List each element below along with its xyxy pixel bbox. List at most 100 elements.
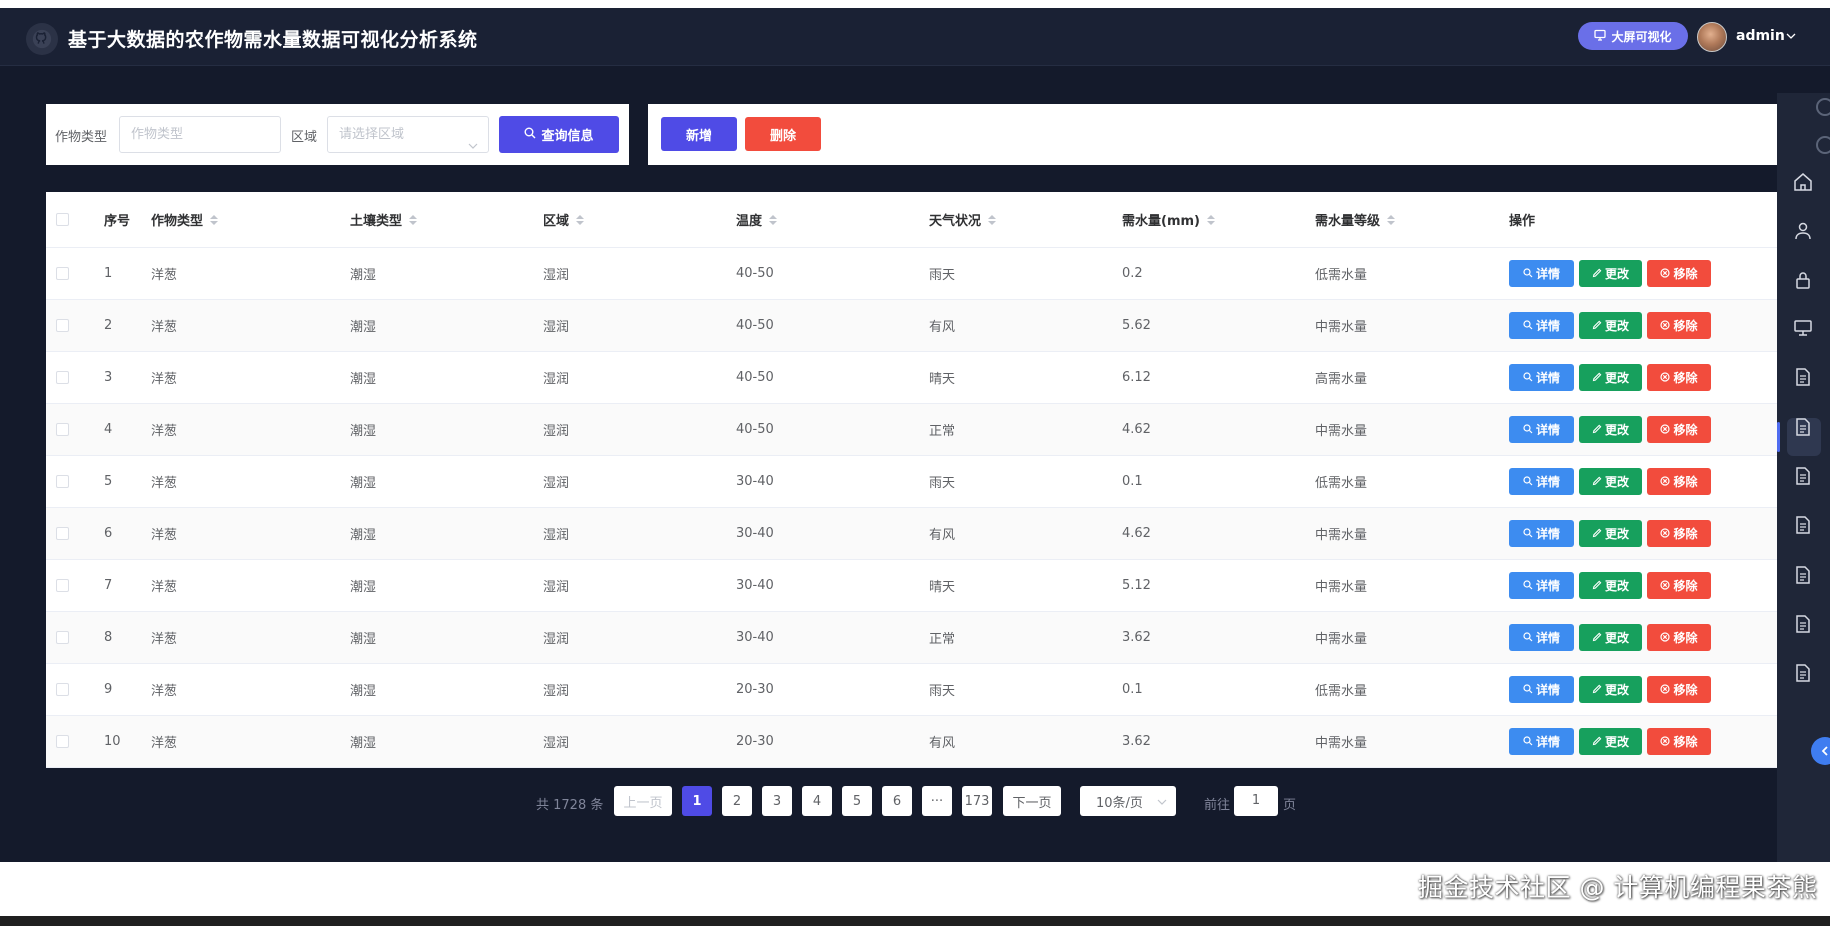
row-checkbox[interactable] [56, 404, 69, 455]
cell-soil-type: 潮湿 [350, 268, 377, 283]
edit-button[interactable]: 更改 [1579, 260, 1642, 287]
cell-index: 10 [104, 734, 121, 749]
detail-button[interactable]: 详情 [1509, 520, 1574, 547]
settings-icon[interactable] [1816, 136, 1830, 154]
col-soil-type[interactable]: 土壤类型 [350, 192, 418, 247]
row-checkbox[interactable] [56, 664, 69, 715]
prev-page-button[interactable]: 上一页 [614, 786, 672, 816]
user-icon[interactable] [1792, 220, 1814, 242]
document-icon[interactable] [1792, 613, 1814, 635]
region-select-placeholder: 请选择区域 [339, 127, 405, 142]
detail-button[interactable]: 详情 [1509, 364, 1574, 391]
remove-button[interactable]: 移除 [1647, 468, 1711, 495]
detail-button[interactable]: 详情 [1509, 312, 1574, 339]
page-3-button[interactable]: 3 [762, 786, 792, 816]
delete-button[interactable]: 删除 [745, 117, 821, 151]
edit-button[interactable]: 更改 [1579, 468, 1642, 495]
page-5-button[interactable]: 5 [842, 786, 872, 816]
remove-button[interactable]: 移除 [1647, 624, 1711, 651]
more-pages-button[interactable]: ··· [922, 786, 952, 816]
page-6-button[interactable]: 6 [882, 786, 912, 816]
document-icon[interactable] [1792, 416, 1814, 438]
row-checkbox[interactable] [56, 456, 69, 507]
edit-button[interactable]: 更改 [1579, 312, 1642, 339]
row-checkbox[interactable] [56, 508, 69, 559]
edit-button[interactable]: 更改 [1579, 624, 1642, 651]
detail-button[interactable]: 详情 [1509, 416, 1574, 443]
row-checkbox[interactable] [56, 248, 69, 299]
app-shell: 基于大数据的农作物需水量数据可视化分析系统 大屏可视化 admin 作物类型 区… [0, 8, 1830, 862]
row-checkbox[interactable] [56, 612, 69, 663]
document-icon[interactable] [1792, 662, 1814, 684]
cell-demand-level: 中需水量 [1315, 736, 1368, 751]
detail-button[interactable]: 详情 [1509, 260, 1574, 287]
page-4-button[interactable]: 4 [802, 786, 832, 816]
col-crop-type[interactable]: 作物类型 [151, 192, 219, 247]
page-1-button[interactable]: 1 [682, 786, 712, 816]
detail-button[interactable]: 详情 [1509, 676, 1574, 703]
document-icon[interactable] [1792, 465, 1814, 487]
crop-type-input[interactable] [119, 116, 281, 153]
lock-icon[interactable] [1792, 269, 1814, 291]
table-row: 5 洋葱 潮湿 湿润 30-40 雨天 0.1 低需水量 详情 更改 移除 [46, 456, 1778, 508]
remove-button[interactable]: 移除 [1647, 312, 1711, 339]
remove-button[interactable]: 移除 [1647, 260, 1711, 287]
github-logo-icon[interactable] [26, 23, 58, 55]
document-icon[interactable] [1792, 564, 1814, 586]
document-icon[interactable] [1792, 366, 1814, 388]
goto-page-input[interactable]: 1 [1234, 786, 1278, 816]
last-page-button[interactable]: 173 [962, 786, 992, 816]
collapse-icon[interactable] [1816, 98, 1830, 116]
select-all-checkbox[interactable] [56, 192, 69, 247]
watermark: 掘金技术社区 @ 计算机编程果茶熊 [1418, 873, 1818, 902]
edit-button[interactable]: 更改 [1579, 676, 1642, 703]
row-checkbox[interactable] [56, 352, 69, 403]
sort-icon[interactable] [210, 214, 219, 225]
region-select[interactable]: 请选择区域 [327, 116, 489, 153]
col-temperature[interactable]: 温度 [736, 192, 778, 247]
cell-temperature: 40-50 [736, 318, 774, 333]
sort-icon[interactable] [1387, 214, 1396, 225]
next-page-button[interactable]: 下一页 [1003, 786, 1061, 816]
edit-button[interactable]: 更改 [1579, 520, 1642, 547]
remove-button[interactable]: 移除 [1647, 364, 1711, 391]
row-checkbox[interactable] [56, 300, 69, 351]
document-icon[interactable] [1792, 514, 1814, 536]
remove-button[interactable]: 移除 [1647, 416, 1711, 443]
edit-button[interactable]: 更改 [1579, 416, 1642, 443]
sort-icon[interactable] [576, 214, 585, 225]
action-panel: 新增 删除 [648, 104, 1778, 165]
user-name[interactable]: admin [1736, 28, 1785, 44]
edit-button[interactable]: 更改 [1579, 572, 1642, 599]
query-button[interactable]: 查询信息 [499, 116, 619, 153]
sort-icon[interactable] [409, 214, 418, 225]
home-icon[interactable] [1792, 171, 1814, 193]
avatar[interactable] [1697, 22, 1727, 52]
col-weather[interactable]: 天气状况 [929, 192, 997, 247]
col-water-demand[interactable]: 需水量(mm) [1122, 192, 1215, 247]
detail-button[interactable]: 详情 [1509, 624, 1574, 651]
sort-icon[interactable] [1206, 214, 1215, 225]
edit-button[interactable]: 更改 [1579, 364, 1642, 391]
remove-button[interactable]: 移除 [1647, 676, 1711, 703]
row-checkbox[interactable] [56, 560, 69, 611]
col-demand-level[interactable]: 需水量等级 [1315, 192, 1396, 247]
cell-demand-level: 低需水量 [1315, 268, 1368, 283]
add-button[interactable]: 新增 [661, 117, 737, 151]
remove-button[interactable]: 移除 [1647, 572, 1711, 599]
remove-button[interactable]: 移除 [1647, 728, 1711, 755]
sort-icon[interactable] [769, 214, 778, 225]
page-2-button[interactable]: 2 [722, 786, 752, 816]
detail-button[interactable]: 详情 [1509, 468, 1574, 495]
chevron-down-icon[interactable] [1786, 30, 1796, 45]
detail-button[interactable]: 详情 [1509, 728, 1574, 755]
edit-button[interactable]: 更改 [1579, 728, 1642, 755]
row-checkbox[interactable] [56, 716, 69, 767]
big-screen-button[interactable]: 大屏可视化 [1578, 22, 1688, 50]
col-region[interactable]: 区域 [543, 192, 585, 247]
sort-icon[interactable] [988, 214, 997, 225]
remove-button[interactable]: 移除 [1647, 520, 1711, 547]
screen-icon[interactable] [1792, 317, 1814, 339]
detail-button[interactable]: 详情 [1509, 572, 1574, 599]
page-size-select[interactable]: 10条/页 [1080, 786, 1176, 816]
